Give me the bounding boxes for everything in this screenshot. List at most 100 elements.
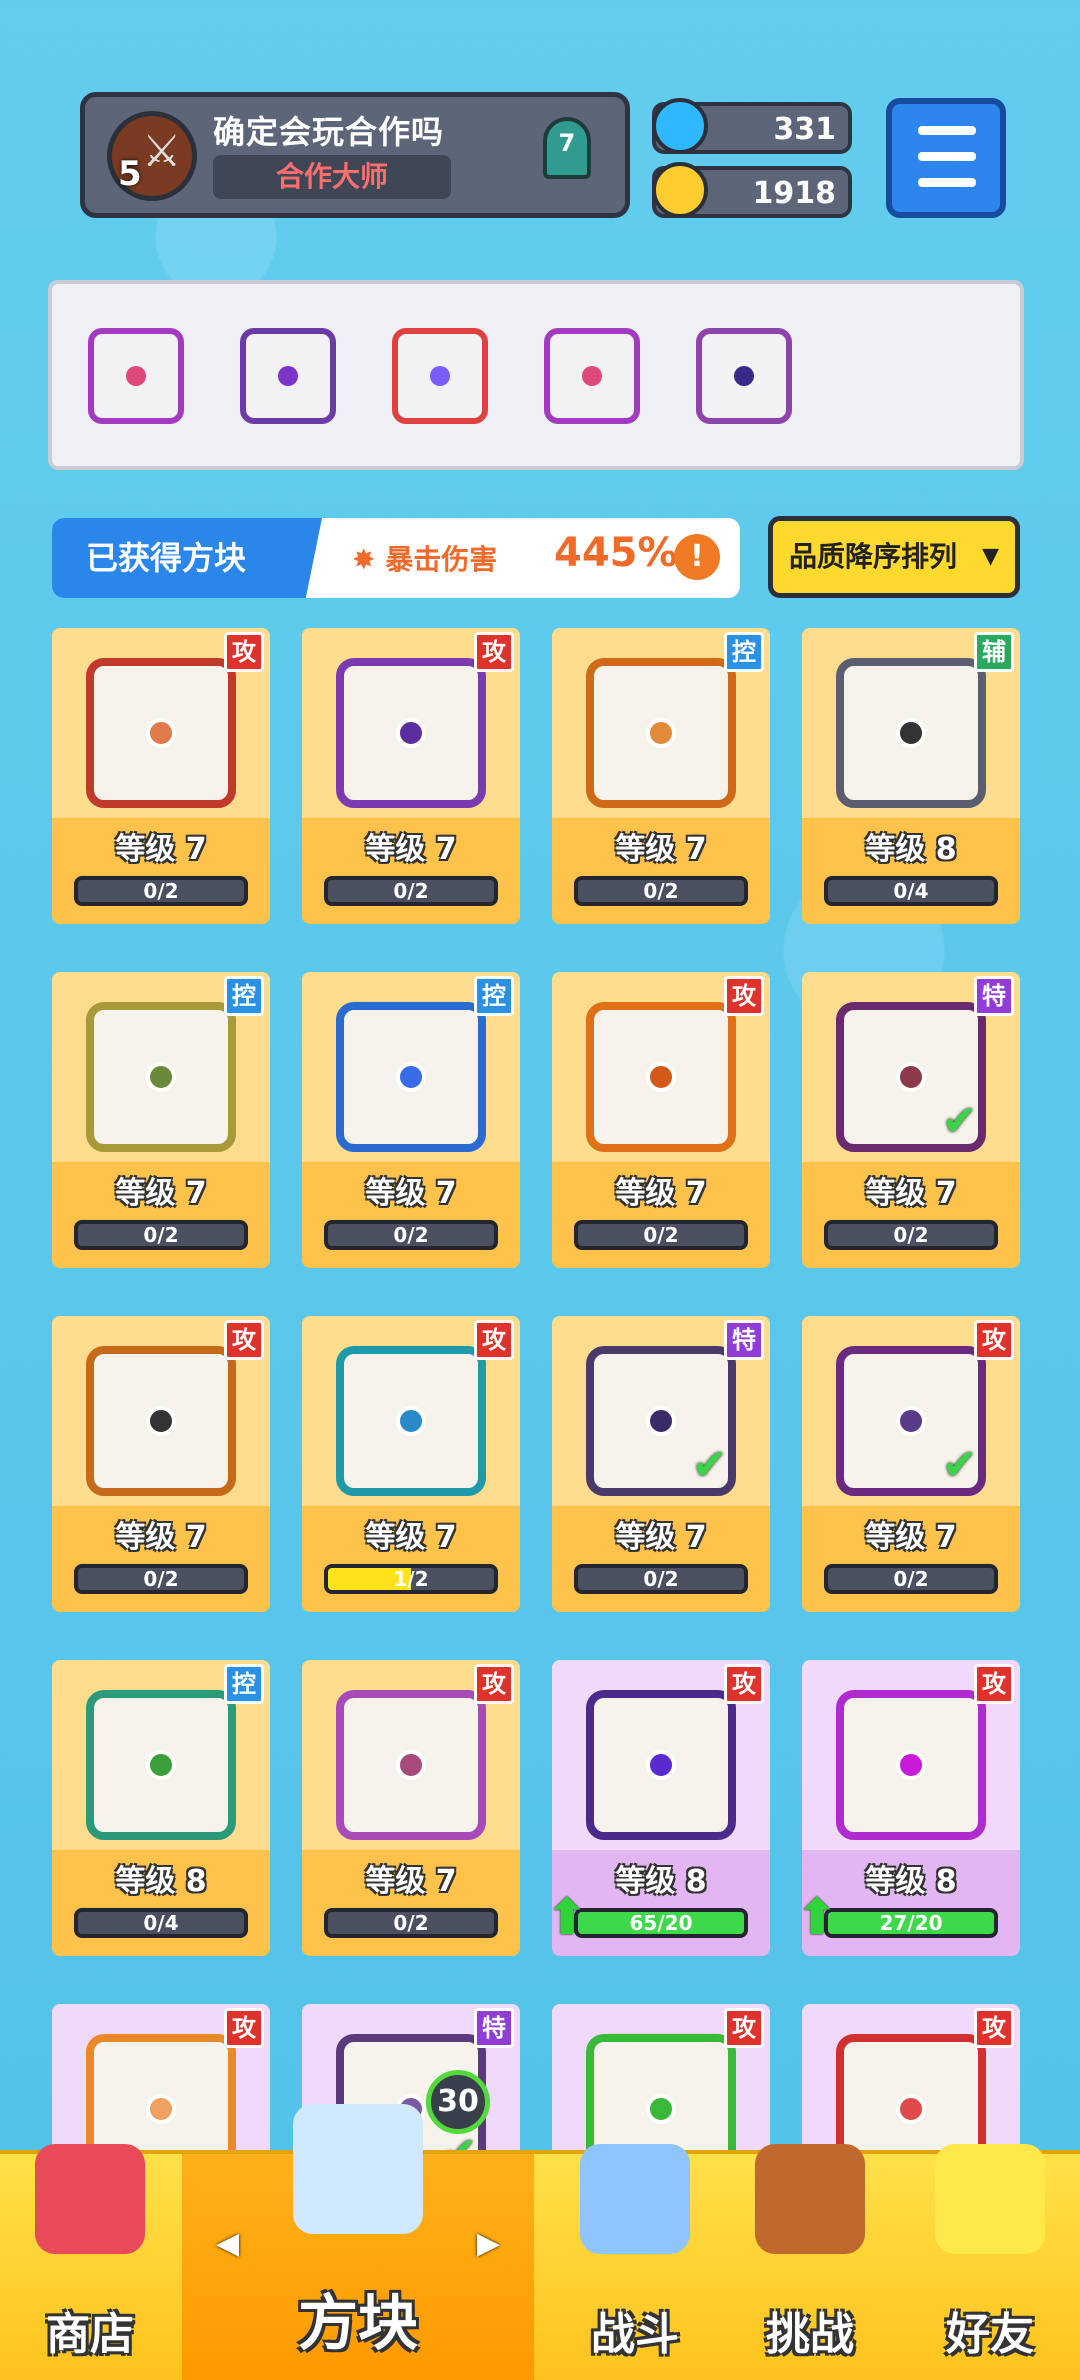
block-core-dot [896, 2094, 926, 2124]
rainbow-block-slot[interactable] [392, 328, 488, 424]
combo-block-slot[interactable] [88, 328, 184, 424]
hamburger-icon [918, 126, 976, 135]
block-type-tag: 控 [724, 632, 764, 672]
block-type-tag: 攻 [474, 1320, 514, 1360]
progress-text: 0/2 [893, 1223, 929, 1247]
sun-block-icon [86, 658, 236, 808]
equipped-check-icon: ✔ [942, 1096, 978, 1145]
challenge-sign-icon [755, 2144, 865, 2254]
upgrade-progress-bar: 0/2 [824, 1220, 998, 1250]
rank-number: 7 [558, 129, 576, 157]
gem-counter[interactable]: 331 [652, 98, 852, 154]
block-type-tag: 控 [224, 1664, 264, 1704]
block-type-tag: 控 [474, 976, 514, 1016]
info-button[interactable]: ! [674, 534, 720, 580]
block-card[interactable]: 控等级 7 0/2 [52, 972, 270, 1268]
block-card[interactable]: 控等级 7 0/2 [552, 628, 770, 924]
nav-battle[interactable]: 战斗 [540, 2144, 730, 2380]
gold-counter[interactable]: 1918 [652, 162, 852, 218]
block-level: 等级 7 [615, 1176, 707, 1211]
battle-shield-icon [580, 2144, 690, 2254]
block-level: 等级 7 [365, 1520, 457, 1555]
block-type-tag: 攻 [224, 1320, 264, 1360]
progress-text: 0/2 [143, 1567, 179, 1591]
equipped-check-icon: ✔ [942, 1440, 978, 1489]
player-name: 确定会玩合作吗 [213, 113, 445, 151]
sword-icon: ⚔ [142, 126, 182, 177]
pistol-block-icon [86, 1346, 236, 1496]
block-card[interactable]: 攻等级 7 0/2 [552, 972, 770, 1268]
upgrade-progress-bar: 0/2 [574, 1564, 748, 1594]
block-card[interactable]: 攻等级 7 0/2 [52, 1316, 270, 1612]
block-type-tag: 攻 [224, 2008, 264, 2048]
block-level: 等级 7 [115, 1520, 207, 1555]
crossbow-block-slot[interactable] [544, 328, 640, 424]
block-card[interactable]: 控等级 7 0/2 [302, 972, 520, 1268]
nav-battle-label: 战斗 [591, 2309, 679, 2360]
block-card[interactable]: 特 ✔ 等级 7 0/2 [802, 972, 1020, 1268]
gold-amount: 1918 [752, 176, 837, 211]
crit-damage-value: 445% [554, 530, 678, 576]
progress-text: 0/2 [143, 879, 179, 903]
block-type-tag: 特 [974, 976, 1014, 1016]
block-card[interactable]: 攻 ✔ 等级 7 0/2 [802, 1316, 1020, 1612]
block-card[interactable]: 攻等级 7 0/2 [302, 1660, 520, 1956]
gold-coin-icon [652, 162, 708, 218]
progress-text: 0/2 [393, 879, 429, 903]
shield-block-icon [86, 1002, 236, 1152]
vortex-block-icon [278, 366, 298, 386]
upgrade-arrow-icon[interactable]: ⬆ [796, 1888, 840, 1946]
block-type-tag: 攻 [474, 1664, 514, 1704]
block-card[interactable]: 攻等级 7 1/2 [302, 1316, 520, 1612]
upgrade-progress-bar: 0/2 [574, 876, 748, 906]
block-core-dot [396, 718, 426, 748]
block-card[interactable]: 攻等级 8 27/20 ⬆ [796, 1660, 1020, 1956]
block-card[interactable]: 攻等级 7 0/2 [302, 628, 520, 924]
progress-text: 0/2 [393, 1911, 429, 1935]
mystery-block-icon [293, 2104, 423, 2234]
block-card[interactable]: 控等级 8 0/4 [52, 1660, 270, 1956]
block-level: 等级 8 [115, 1864, 207, 1899]
nav-friends-label: 好友 [946, 2309, 1034, 2360]
menu-button[interactable] [886, 98, 1006, 218]
upgrade-arrow-icon[interactable]: ⬆ [546, 1888, 590, 1946]
obtained-blocks-bar: 已获得方块 ✸ 暴击伤害 445% ! [52, 518, 740, 598]
block-card[interactable]: 攻等级 8 65/20 ⬆ [546, 1660, 770, 1956]
block-card[interactable]: 特 ✔ 等级 7 0/2 [552, 1316, 770, 1612]
block-core-dot [896, 718, 926, 748]
progress-text: 65/20 [629, 1911, 693, 1935]
nav-shop[interactable]: 商店 [0, 2144, 180, 2380]
block-type-tag: 控 [224, 976, 264, 1016]
block-card[interactable]: 辅等级 8 0/4 [802, 628, 1020, 924]
progress-text: 0/4 [893, 879, 929, 903]
progress-text: 1/2 [393, 1567, 429, 1591]
rank-ribbon-icon[interactable]: 7 [543, 117, 591, 179]
upgrade-progress-bar: 0/2 [74, 876, 248, 906]
fang-block-icon [836, 658, 986, 808]
block-level: 等级 7 [365, 1176, 457, 1211]
lightning-block-slot[interactable] [696, 328, 792, 424]
tornado-block-icon [586, 658, 736, 808]
prev-arrow-icon[interactable]: ◀ [216, 2226, 239, 2261]
block-type-tag: 攻 [724, 976, 764, 1016]
whirlpool-block-icon [336, 1346, 486, 1496]
sort-dropdown[interactable]: 品质降序排列 ▼ [768, 516, 1020, 598]
upgrade-progress-bar: 0/2 [74, 1220, 248, 1250]
player-profile-panel[interactable]: ⚔ 5 确定会玩合作吗 合作大师 7 [80, 92, 630, 218]
block-level: 等级 7 [365, 1864, 457, 1899]
player-avatar[interactable]: ⚔ 5 [107, 111, 197, 201]
next-arrow-icon[interactable]: ▶ [477, 2226, 500, 2261]
vortex-block-slot[interactable] [240, 328, 336, 424]
progress-text: 0/2 [143, 1223, 179, 1247]
shop-icon [35, 2144, 145, 2254]
scythe-block-icon [586, 1690, 736, 1840]
crit-damage-text: 暴击伤害 [385, 543, 498, 576]
nav-blocks[interactable]: ◀ ▶ 方块 [182, 2104, 534, 2380]
block-core-dot [646, 1406, 676, 1436]
progress-text: 0/4 [143, 1911, 179, 1935]
block-card[interactable]: 攻等级 7 0/2 [52, 628, 270, 924]
nav-friends[interactable]: 好友 [900, 2144, 1080, 2380]
nav-challenge[interactable]: 挑战 [720, 2144, 900, 2380]
nav-challenge-label: 挑战 [766, 2309, 854, 2360]
hamburger-line [918, 152, 976, 161]
